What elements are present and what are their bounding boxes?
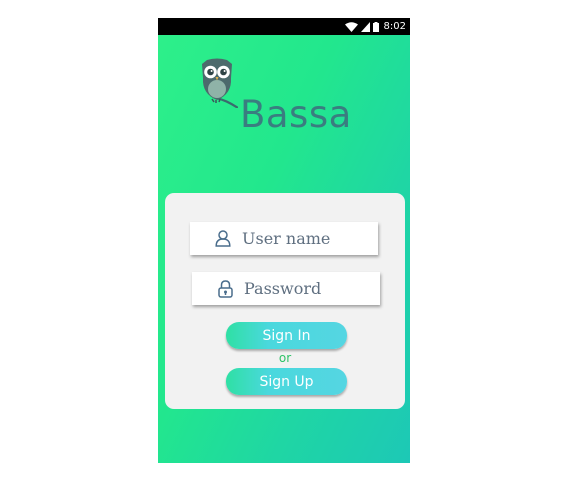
login-card: User name Password Sign In or Sign Up <box>165 193 405 409</box>
status-time: 8:02 <box>383 21 406 32</box>
sign-up-button[interactable]: Sign Up <box>226 368 347 395</box>
username-placeholder: User name <box>242 229 331 248</box>
phone-screen: 8:02 Bassa User name Password Sign In or… <box>158 18 410 463</box>
user-icon <box>214 230 232 248</box>
lock-icon <box>216 279 234 298</box>
owl-icon <box>198 56 239 109</box>
wifi-icon <box>344 21 358 32</box>
or-separator: or <box>278 351 292 365</box>
brand-name: Bassa <box>240 93 352 136</box>
password-placeholder: Password <box>244 279 322 298</box>
sign-in-button[interactable]: Sign In <box>226 322 347 349</box>
status-bar: 8:02 <box>158 18 410 35</box>
brand-logo: Bassa <box>198 54 378 144</box>
signal-icon <box>360 21 370 32</box>
battery-icon <box>372 21 379 32</box>
status-icons: 8:02 <box>344 20 406 33</box>
password-field[interactable]: Password <box>192 272 380 305</box>
username-field[interactable]: User name <box>190 222 378 255</box>
